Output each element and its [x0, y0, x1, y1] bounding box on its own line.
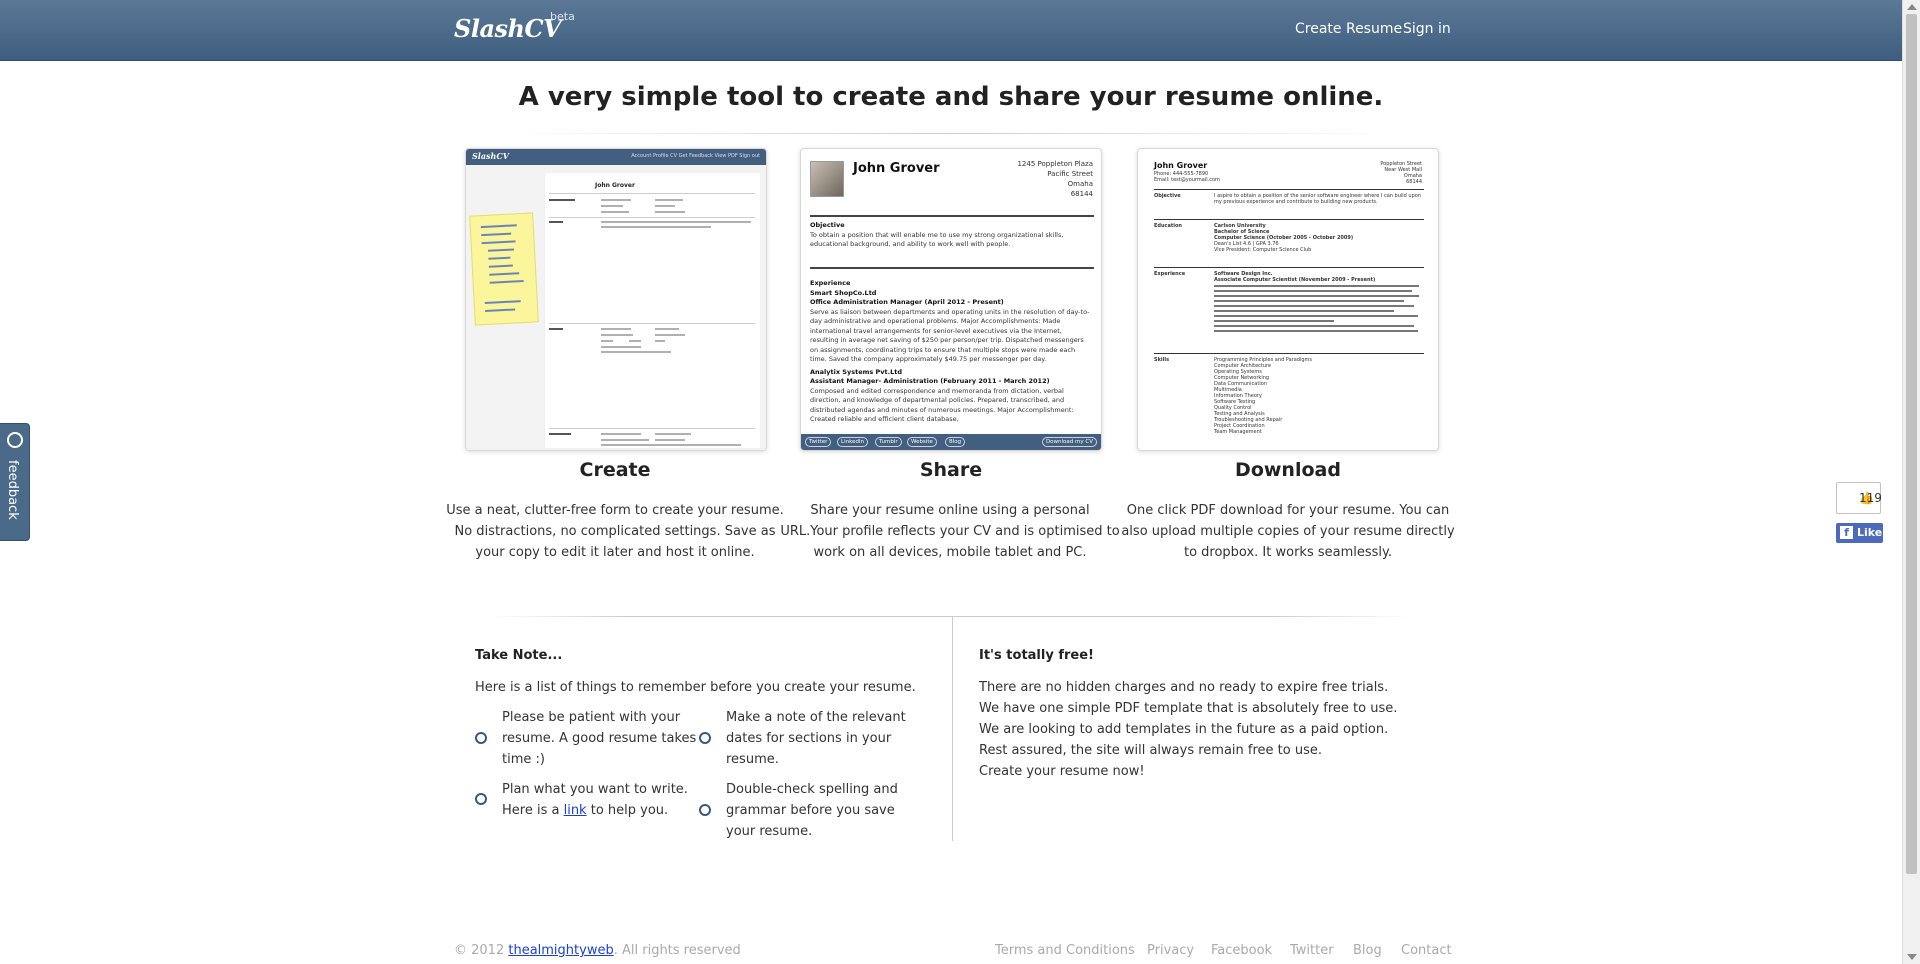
share-preview-name: John Grover — [853, 161, 940, 176]
megaphone-icon — [7, 432, 23, 448]
footer-terms[interactable]: Terms and Conditions — [995, 943, 1135, 958]
feature-desc-create: Use a neat, clutter-free form to create … — [446, 503, 784, 560]
mini-blog: Blog — [945, 437, 966, 447]
create-preview-image: SlashCV Account Profile CV Get Feedback … — [465, 148, 767, 451]
footer-blog[interactable]: Blog — [1353, 943, 1382, 958]
note-item-1: Please be patient with your resume. A go… — [502, 710, 697, 767]
feature-title-create: Create — [579, 459, 651, 481]
mini-sticky-note — [469, 212, 539, 326]
scroll-down-icon[interactable] — [1907, 954, 1917, 960]
fb-like-count: 👍 119 — [1836, 482, 1882, 514]
beta-badge: beta — [550, 10, 575, 23]
bullet-icon — [475, 793, 487, 805]
share-preview-objective: Objective To obtain a position that will… — [810, 221, 1064, 248]
bullet-icon — [475, 732, 487, 744]
dl-skills-h: Skills — [1154, 357, 1170, 363]
take-note-title: Take Note... — [475, 648, 563, 663]
mini-website: Website — [907, 437, 937, 447]
dl-experience: Software Design Inc. Associate Computer … — [1214, 271, 1376, 283]
download-preview-image: John Grover Phone: 444-555-7890 Email: t… — [1137, 148, 1439, 451]
dl-experience-lines — [1214, 285, 1424, 335]
feature-desc-download: One click PDF download for your resume. … — [1121, 503, 1455, 560]
nav-create-resume[interactable]: Create Resume — [1295, 21, 1402, 37]
dl-experience-h: Experience — [1154, 271, 1186, 277]
mini-nav: Account Profile CV Get Feedback View PDF… — [631, 153, 760, 159]
dl-objective-h: Objective — [1154, 193, 1181, 199]
free-text: There are no hidden charges and no ready… — [979, 680, 1398, 779]
footer-contact[interactable]: Contact — [1401, 943, 1452, 958]
note-item-2: Make a note of the relevant dates for se… — [726, 710, 906, 767]
mini-linkedin: LinkedIn — [837, 437, 869, 447]
footer-privacy[interactable]: Privacy — [1147, 943, 1194, 958]
dl-skills: Programming Principles and Paradigms Com… — [1214, 357, 1312, 435]
mini-tumblr: Tumblr — [875, 437, 902, 447]
footer-facebook[interactable]: Facebook — [1211, 943, 1272, 958]
page-headline: A very simple tool to create and share y… — [518, 82, 1384, 112]
share-preview-image: John Grover 1245 Poppleton Plaza Pacific… — [800, 148, 1102, 451]
facebook-icon: f — [1840, 526, 1853, 539]
footer-author-link[interactable]: thealmightyweb — [508, 943, 613, 958]
dl-education: Carlson University Bachelor of Science C… — [1214, 223, 1354, 253]
feature-title-download: Download — [1235, 459, 1341, 481]
nav-sign-in[interactable]: Sign in — [1403, 21, 1451, 37]
footer-copyright: © 2012 thealmightyweb. All rights reserv… — [454, 943, 741, 958]
mini-logo: SlashCV — [472, 151, 509, 161]
bullet-icon — [699, 732, 711, 744]
top-navbar: SlashCV beta Create Resume Sign in — [0, 0, 1902, 61]
footer-twitter[interactable]: Twitter — [1290, 943, 1334, 958]
dl-objective: I aspire to obtain a position of the sen… — [1214, 193, 1421, 205]
share-preview-footer: Twitter LinkedIn Tumblr Website Blog Dow… — [801, 434, 1101, 450]
free-title: It's totally free! — [979, 648, 1094, 663]
note-item-3: Plan what you want to write. Here is a l… — [502, 782, 688, 818]
feature-desc-share: Share your resume online using a persona… — [780, 503, 1120, 560]
logo[interactable]: SlashCV — [454, 14, 562, 43]
avatar — [810, 161, 844, 197]
bullet-icon — [699, 804, 711, 816]
share-preview-experience: Experience Smart ShopCo.Ltd Office Admin… — [810, 279, 1090, 423]
share-preview-address: 1245 Poppleton Plaza Pacific Street Omah… — [1017, 160, 1093, 198]
feature-title-share: Share — [919, 459, 983, 481]
column-divider — [952, 616, 953, 841]
feedback-label: feedback — [5, 460, 20, 520]
feedback-tab[interactable]: feedback — [0, 423, 30, 541]
note-item-4: Double-check spelling and grammar before… — [726, 782, 898, 839]
divider — [500, 133, 1400, 134]
vertical-scrollbar[interactable] — [1902, 0, 1920, 964]
fb-like-button[interactable]: f Like — [1836, 523, 1883, 543]
help-link[interactable]: link — [564, 803, 587, 818]
mini-form-name: John Grover — [595, 182, 635, 189]
dl-preview-contact: Phone: 444-555-7890 Email: test@yourmail… — [1154, 171, 1220, 183]
divider — [490, 616, 1410, 617]
mini-form: John Grover — [544, 173, 760, 448]
dl-preview-name: John Grover — [1154, 161, 1208, 170]
dl-preview-address: Poppleton Street Near West Mall Omaha 68… — [1380, 161, 1422, 185]
dl-education-h: Education — [1154, 223, 1182, 229]
mini-navbar: SlashCV Account Profile CV Get Feedback … — [466, 149, 766, 165]
mini-twitter: Twitter — [805, 437, 832, 447]
take-note-intro: Here is a list of things to remember bef… — [475, 680, 916, 695]
scroll-thumb[interactable] — [1906, 14, 1917, 874]
mini-download: Download my CV — [1041, 437, 1097, 447]
scroll-up-icon[interactable] — [1907, 4, 1917, 10]
